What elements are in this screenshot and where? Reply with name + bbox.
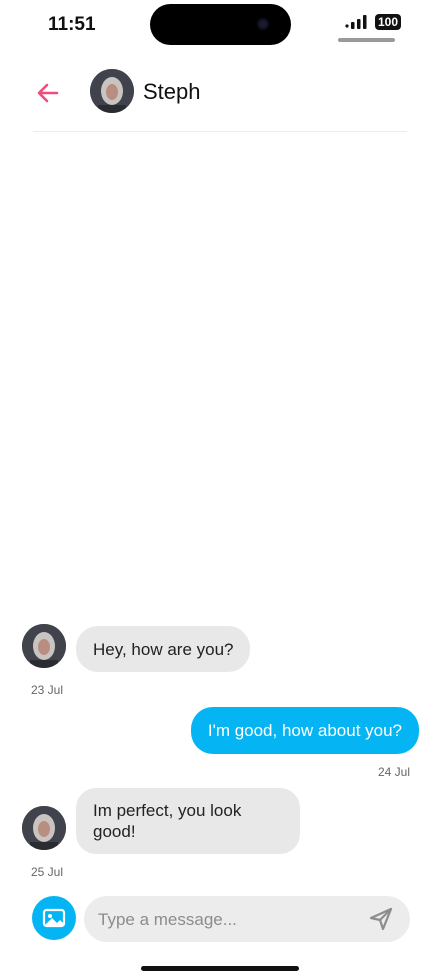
send-icon[interactable] — [368, 906, 394, 932]
arrow-left-icon[interactable] — [33, 78, 63, 108]
contact-name[interactable]: Steph — [143, 79, 201, 105]
image-icon — [42, 908, 66, 928]
photo-button[interactable] — [32, 896, 76, 940]
message-composer — [32, 896, 410, 944]
sender-avatar[interactable] — [22, 624, 66, 668]
message-date: 24 Jul — [377, 765, 410, 779]
message-input[interactable] — [96, 896, 360, 944]
message-bubble-incoming[interactable]: Hey, how are you? — [76, 626, 251, 672]
sender-avatar[interactable] — [22, 806, 66, 850]
status-indicators: 100 — [345, 14, 401, 30]
message-date: 25 Jul — [31, 865, 64, 879]
dynamic-island — [150, 4, 291, 45]
chat-header: Steph — [33, 64, 407, 132]
contact-avatar[interactable] — [90, 69, 134, 113]
message-date: 23 Jul — [31, 683, 64, 697]
signal-icon — [345, 15, 367, 29]
home-indicator[interactable] — [141, 966, 299, 971]
status-grabber — [338, 38, 395, 42]
message-bubble-incoming[interactable]: Im perfect, you look good! — [76, 788, 300, 854]
message-input-container — [84, 896, 410, 944]
message-bubble-outgoing[interactable]: I'm good, how about you? — [190, 707, 419, 754]
status-time: 11:51 — [48, 14, 96, 35]
battery-icon: 100 — [374, 14, 401, 30]
camera-icon — [257, 18, 269, 30]
